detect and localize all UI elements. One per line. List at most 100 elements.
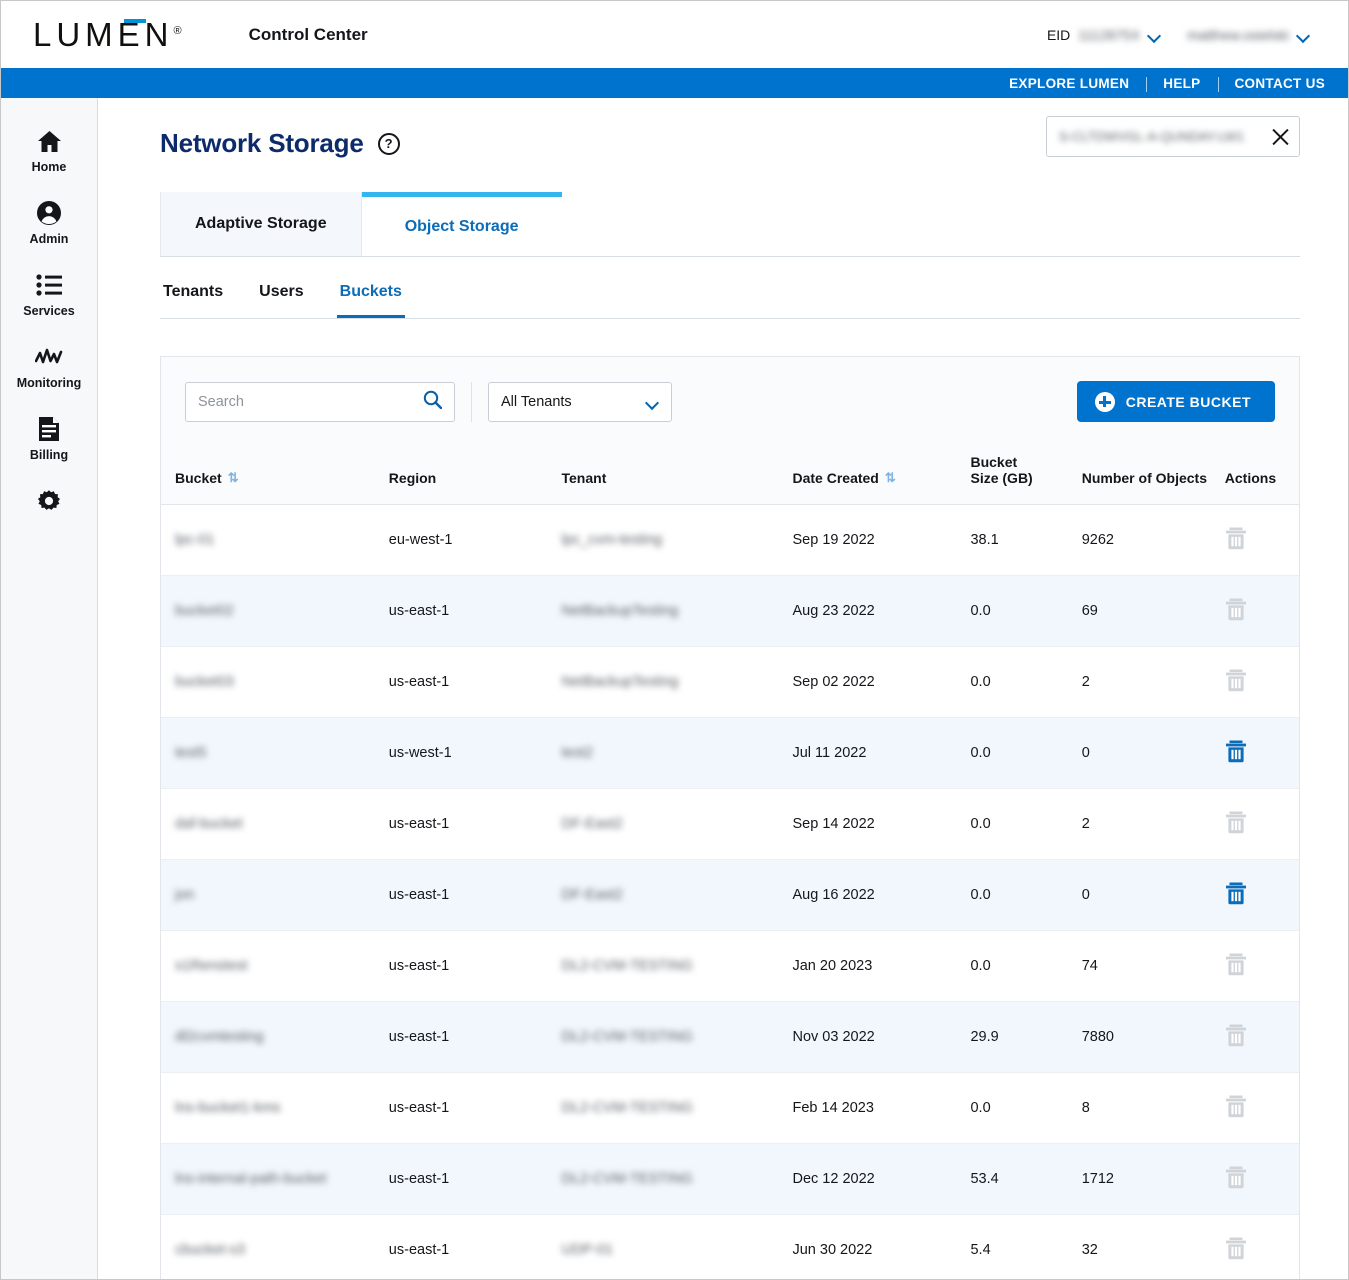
search-box[interactable] bbox=[185, 381, 455, 422]
nav-explore-lumen[interactable]: EXPLORE LUMEN bbox=[992, 76, 1146, 91]
cell-bucket-size: 0.0 bbox=[970, 859, 1082, 931]
cell-region: eu-west-1 bbox=[388, 504, 562, 576]
cell-region: us-west-1 bbox=[388, 717, 562, 789]
sidebar-item-services[interactable]: Services bbox=[1, 258, 97, 330]
sidebar-item-admin[interactable]: Admin bbox=[1, 186, 97, 258]
plus-circle-icon bbox=[1094, 391, 1115, 412]
tenant-name: DL2-CVM-TESTING bbox=[561, 958, 693, 974]
cell-date-created: Sep 02 2022 bbox=[792, 646, 971, 718]
sidebar-item-settings[interactable] bbox=[1, 474, 97, 526]
left-sidebar: Home Admin Services Monitoring Billing bbox=[1, 98, 98, 1279]
sort-icon[interactable]: ⇅ bbox=[228, 470, 239, 486]
cell-bucket-size: 0.0 bbox=[970, 646, 1082, 718]
sidebar-item-home[interactable]: Home bbox=[1, 114, 97, 186]
table-row[interactable]: lns-bucket1-kms us-east-1 DL2-CVM-TESTING F… bbox=[161, 1072, 1299, 1144]
cell-number-of-objects: 32 bbox=[1081, 1214, 1225, 1279]
user-name: matthew.osielski bbox=[1187, 26, 1289, 43]
column-header-date-created[interactable]: Date Created ⇅ bbox=[792, 444, 971, 505]
tab-adaptive-storage[interactable]: Adaptive Storage bbox=[160, 192, 362, 256]
bucket-name: bucket02 bbox=[175, 603, 234, 619]
cell-number-of-objects: 7880 bbox=[1081, 1001, 1225, 1073]
tenant-filter-select[interactable]: All Tenants bbox=[488, 381, 672, 422]
top-header: LUMEN® Control Center EID 1112875X matth… bbox=[1, 1, 1348, 68]
cell-tenant: NetBackupTesting bbox=[561, 575, 793, 647]
chevron-down-icon bbox=[1148, 31, 1161, 39]
cell-actions bbox=[1224, 717, 1299, 789]
cell-date-created: Jun 30 2022 bbox=[792, 1214, 971, 1279]
cell-tenant: DL2-CVM-TESTING bbox=[561, 1072, 793, 1144]
sidebar-item-label: Services bbox=[23, 304, 75, 318]
cell-bucket: lpc-01 bbox=[161, 504, 389, 576]
close-icon[interactable] bbox=[1269, 126, 1291, 148]
cell-tenant: DF-East2 bbox=[561, 788, 793, 860]
cell-number-of-objects: 74 bbox=[1081, 930, 1225, 1002]
search-icon[interactable] bbox=[423, 390, 443, 414]
delete-bucket-icon bbox=[1225, 1236, 1247, 1264]
nav-contact-us[interactable]: CONTACT US bbox=[1217, 76, 1326, 92]
eid-selector[interactable]: EID 1112875X bbox=[1047, 27, 1161, 43]
activity-icon bbox=[35, 344, 63, 370]
user-menu[interactable]: matthew.osielski bbox=[1187, 27, 1310, 43]
tab-object-storage[interactable]: Object Storage bbox=[361, 192, 562, 256]
delete-bucket-icon[interactable] bbox=[1225, 739, 1247, 767]
delete-bucket-icon bbox=[1225, 668, 1247, 696]
search-input[interactable] bbox=[198, 393, 423, 410]
lumen-logo[interactable]: LUMEN® bbox=[33, 18, 182, 51]
table-row[interactable]: lpc-01 eu-west-1 lpc_cvm-testing Sep 19 202… bbox=[161, 504, 1299, 576]
subtab-tenants[interactable]: Tenants bbox=[160, 283, 226, 318]
tenant-name: DL2-CVM-TESTING bbox=[561, 1100, 693, 1116]
cell-tenant: DL2-CVM-TESTING bbox=[561, 930, 793, 1002]
table-row[interactable]: bucket03 us-east-1 NetBackupTesting Sep 02 … bbox=[161, 646, 1299, 718]
table-header-row: Bucket ⇅ Region Tenant Date Created ⇅ Bu… bbox=[161, 444, 1299, 505]
account-filter-chip[interactable]: S-CLTDWVGL-A-QUNDAY-LW1 bbox=[1046, 116, 1300, 157]
buckets-table: Bucket ⇅ Region Tenant Date Created ⇅ Bu… bbox=[161, 444, 1299, 1279]
bucket-name: bucket03 bbox=[175, 674, 234, 690]
cell-region: us-east-1 bbox=[388, 859, 562, 931]
page-header: Network Storage ? S-CLTDWVGL-A-QUNDAY-LW… bbox=[160, 116, 1300, 159]
table-row[interactable]: s1Renstest us-east-1 DL2-CVM-TESTING Jan 20… bbox=[161, 930, 1299, 1002]
sidebar-item-monitoring[interactable]: Monitoring bbox=[1, 330, 97, 402]
cell-actions bbox=[1224, 930, 1299, 1002]
cell-actions bbox=[1224, 575, 1299, 647]
cell-date-created: Dec 12 2022 bbox=[792, 1143, 971, 1215]
cell-actions bbox=[1224, 1001, 1299, 1073]
subtab-buckets[interactable]: Buckets bbox=[336, 283, 405, 318]
cell-bucket-size: 29.9 bbox=[970, 1001, 1082, 1073]
table-header: Bucket ⇅ Region Tenant Date Created ⇅ Bu… bbox=[161, 444, 1299, 505]
table-row[interactable]: cbucket-s3 us-east-1 UDP-01 Jun 30 2022 5.4 3… bbox=[161, 1214, 1299, 1279]
logo-accent-bar bbox=[124, 19, 146, 23]
create-bucket-button[interactable]: CREATE BUCKET bbox=[1076, 381, 1275, 422]
table-row[interactable]: dl2cvmtesting us-east-1 DL2-CVM-TESTING Nov… bbox=[161, 1001, 1299, 1073]
delete-bucket-icon bbox=[1225, 1023, 1247, 1051]
nav-help[interactable]: HELP bbox=[1146, 76, 1217, 92]
cell-bucket-size: 0.0 bbox=[970, 1072, 1082, 1144]
column-header-actions: Actions bbox=[1224, 444, 1299, 505]
page-title: Network Storage bbox=[160, 128, 364, 158]
table-row[interactable]: daf-bucket us-east-1 DF-East2 Sep 14 2022 0.… bbox=[161, 788, 1299, 860]
logo-text: LUMEN bbox=[33, 16, 174, 53]
delete-bucket-icon[interactable] bbox=[1225, 881, 1247, 909]
column-label: Number of Objects bbox=[1081, 470, 1207, 486]
sort-icon[interactable]: ⇅ bbox=[885, 470, 896, 486]
subtab-users[interactable]: Users bbox=[256, 283, 306, 318]
delete-bucket-icon bbox=[1225, 1094, 1247, 1122]
control-center-page: LUMEN® Control Center EID 1112875X matth… bbox=[0, 0, 1349, 1280]
cell-region: us-east-1 bbox=[388, 646, 562, 718]
cell-region: us-east-1 bbox=[388, 1143, 562, 1215]
cell-number-of-objects: 69 bbox=[1081, 575, 1225, 647]
table-row[interactable]: test5 us-west-1 test2 Jul 11 2022 0.0 0 bbox=[161, 717, 1299, 789]
column-label: Region bbox=[388, 470, 437, 486]
column-header-bucket[interactable]: Bucket ⇅ bbox=[161, 444, 389, 505]
table-row[interactable]: jon us-east-1 DF-East2 Aug 16 2022 0.0 0 bbox=[161, 859, 1299, 931]
sidebar-item-billing[interactable]: Billing bbox=[1, 402, 97, 474]
gear-icon bbox=[37, 488, 61, 514]
table-row[interactable]: lns-internal-path-bucket us-east-1 DL2-CVM… bbox=[161, 1143, 1299, 1215]
subtab-label: Buckets bbox=[339, 283, 402, 300]
table-row[interactable]: bucket02 us-east-1 NetBackupTesting Aug 23 … bbox=[161, 575, 1299, 647]
help-icon[interactable]: ? bbox=[377, 132, 400, 155]
cell-date-created: Sep 14 2022 bbox=[792, 788, 971, 860]
eid-label: EID bbox=[1046, 26, 1071, 43]
cell-region: us-east-1 bbox=[388, 788, 562, 860]
cell-bucket-size: 0.0 bbox=[970, 788, 1082, 860]
home-icon bbox=[37, 128, 62, 154]
